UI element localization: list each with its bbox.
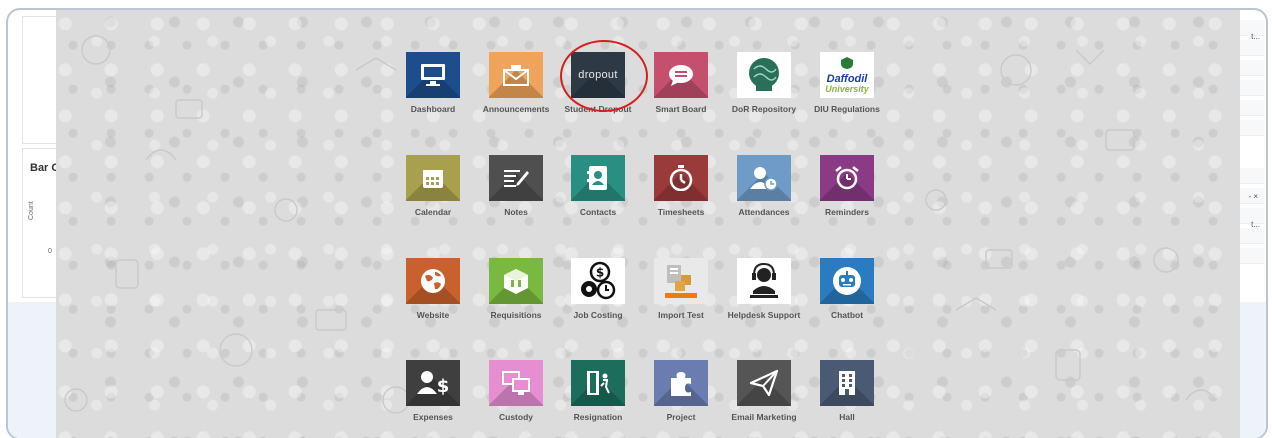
- app-label: Helpdesk Support: [727, 310, 801, 320]
- app-tile-chatbot[interactable]: Chatbot: [807, 258, 887, 320]
- dollar-gears-icon: $: [571, 258, 625, 304]
- app-tile-import-test[interactable]: Import Test: [641, 258, 721, 320]
- app-tile-attendances[interactable]: Attendances: [724, 155, 804, 217]
- person-dollar-icon: $: [406, 360, 460, 406]
- svg-text:$: $: [437, 376, 449, 396]
- background-truncated-text: t...: [1251, 220, 1260, 229]
- envelope-icon: [489, 52, 543, 98]
- app-label: Timesheets: [657, 207, 705, 217]
- app-label: Expenses: [413, 412, 453, 422]
- daffodil-logo: Daffodil University: [820, 52, 874, 98]
- app-tile-dashboard[interactable]: Dashboard: [393, 52, 473, 114]
- app-tile-resignation[interactable]: Resignation: [558, 360, 638, 422]
- app-tile-job-costing[interactable]: $ Job Costing: [558, 258, 638, 320]
- app-label: Attendances: [738, 207, 790, 217]
- svg-text:$: $: [596, 266, 604, 280]
- background-close-controls[interactable]: - ×: [1248, 192, 1258, 201]
- globe-icon: [406, 258, 460, 304]
- app-tile-requisitions[interactable]: Requisitions: [476, 258, 556, 320]
- app-label: Website: [416, 310, 450, 320]
- app-label: Email Marketing: [731, 412, 797, 422]
- app-tile-custody[interactable]: Custody: [476, 360, 556, 422]
- app-label: Requisitions: [490, 310, 542, 320]
- robot-icon: [820, 258, 874, 304]
- background-chart-title: Bar C: [30, 162, 60, 174]
- app-label: Hall: [839, 412, 855, 422]
- app-label: Contacts: [579, 207, 617, 217]
- headset-icon: [737, 258, 791, 304]
- app-tile-announcements[interactable]: Announcements: [476, 52, 556, 114]
- app-label: Smart Board: [655, 104, 707, 114]
- app-label: Reminders: [825, 207, 869, 217]
- app-tile-notes[interactable]: Notes: [476, 155, 556, 217]
- app-label: DIU Regulations: [814, 104, 880, 114]
- app-label: Resignation: [573, 412, 623, 422]
- app-label: Calendar: [414, 207, 452, 217]
- app-tile-smart-board[interactable]: Smart Board: [641, 52, 721, 114]
- app-tile-diu-regulations[interactable]: Daffodil University DIU Regulations: [807, 52, 887, 114]
- alarm-clock-icon: [820, 155, 874, 201]
- background-zero-tick: 0: [48, 248, 52, 255]
- app-label: Project: [666, 412, 696, 422]
- background-axis-label: Count: [28, 201, 35, 220]
- background-right-panel-2: [1236, 164, 1264, 300]
- app-label: Custody: [499, 412, 533, 422]
- screens-icon: [489, 360, 543, 406]
- background-truncated-text: t...: [1251, 32, 1260, 41]
- app-tile-hall[interactable]: Hall: [807, 360, 887, 422]
- person-clock-icon: [737, 155, 791, 201]
- app-tile-project[interactable]: Project: [641, 360, 721, 422]
- calendar-icon: [406, 155, 460, 201]
- monitor-icon: [406, 52, 460, 98]
- paper-plane-icon: [737, 360, 791, 406]
- daffodil-logo-subtext: University: [825, 84, 869, 94]
- box-icon: [489, 258, 543, 304]
- app-label: Import Test: [658, 310, 704, 320]
- stopwatch-icon: [654, 155, 708, 201]
- app-label: Chatbot: [830, 310, 864, 320]
- app-tile-contacts[interactable]: Contacts: [558, 155, 638, 217]
- app-label: Dashboard: [410, 104, 456, 114]
- highlight-annotation-circle: [560, 40, 648, 112]
- app-label: Job Costing: [573, 310, 623, 320]
- contacts-icon: [571, 155, 625, 201]
- speech-bubble-icon: [654, 52, 708, 98]
- building-icon: [820, 360, 874, 406]
- app-label: DoR Repository: [731, 104, 797, 114]
- app-tile-dor-repository[interactable]: DoR Repository: [724, 52, 804, 114]
- app-tile-helpdesk-support[interactable]: Helpdesk Support: [724, 258, 804, 320]
- import-icon: [654, 258, 708, 304]
- app-tile-expenses[interactable]: $ Expenses: [393, 360, 473, 422]
- app-label: Announcements: [482, 104, 550, 114]
- app-tile-calendar[interactable]: Calendar: [393, 155, 473, 217]
- brain-logo: [737, 52, 791, 98]
- app-label: Notes: [504, 207, 528, 217]
- app-tile-timesheets[interactable]: Timesheets: [641, 155, 721, 217]
- app-tile-email-marketing[interactable]: Email Marketing: [724, 360, 804, 422]
- app-tile-reminders[interactable]: Reminders: [807, 155, 887, 217]
- app-tile-website[interactable]: Website: [393, 258, 473, 320]
- puzzle-icon: [654, 360, 708, 406]
- notes-icon: [489, 155, 543, 201]
- exit-door-icon: [571, 360, 625, 406]
